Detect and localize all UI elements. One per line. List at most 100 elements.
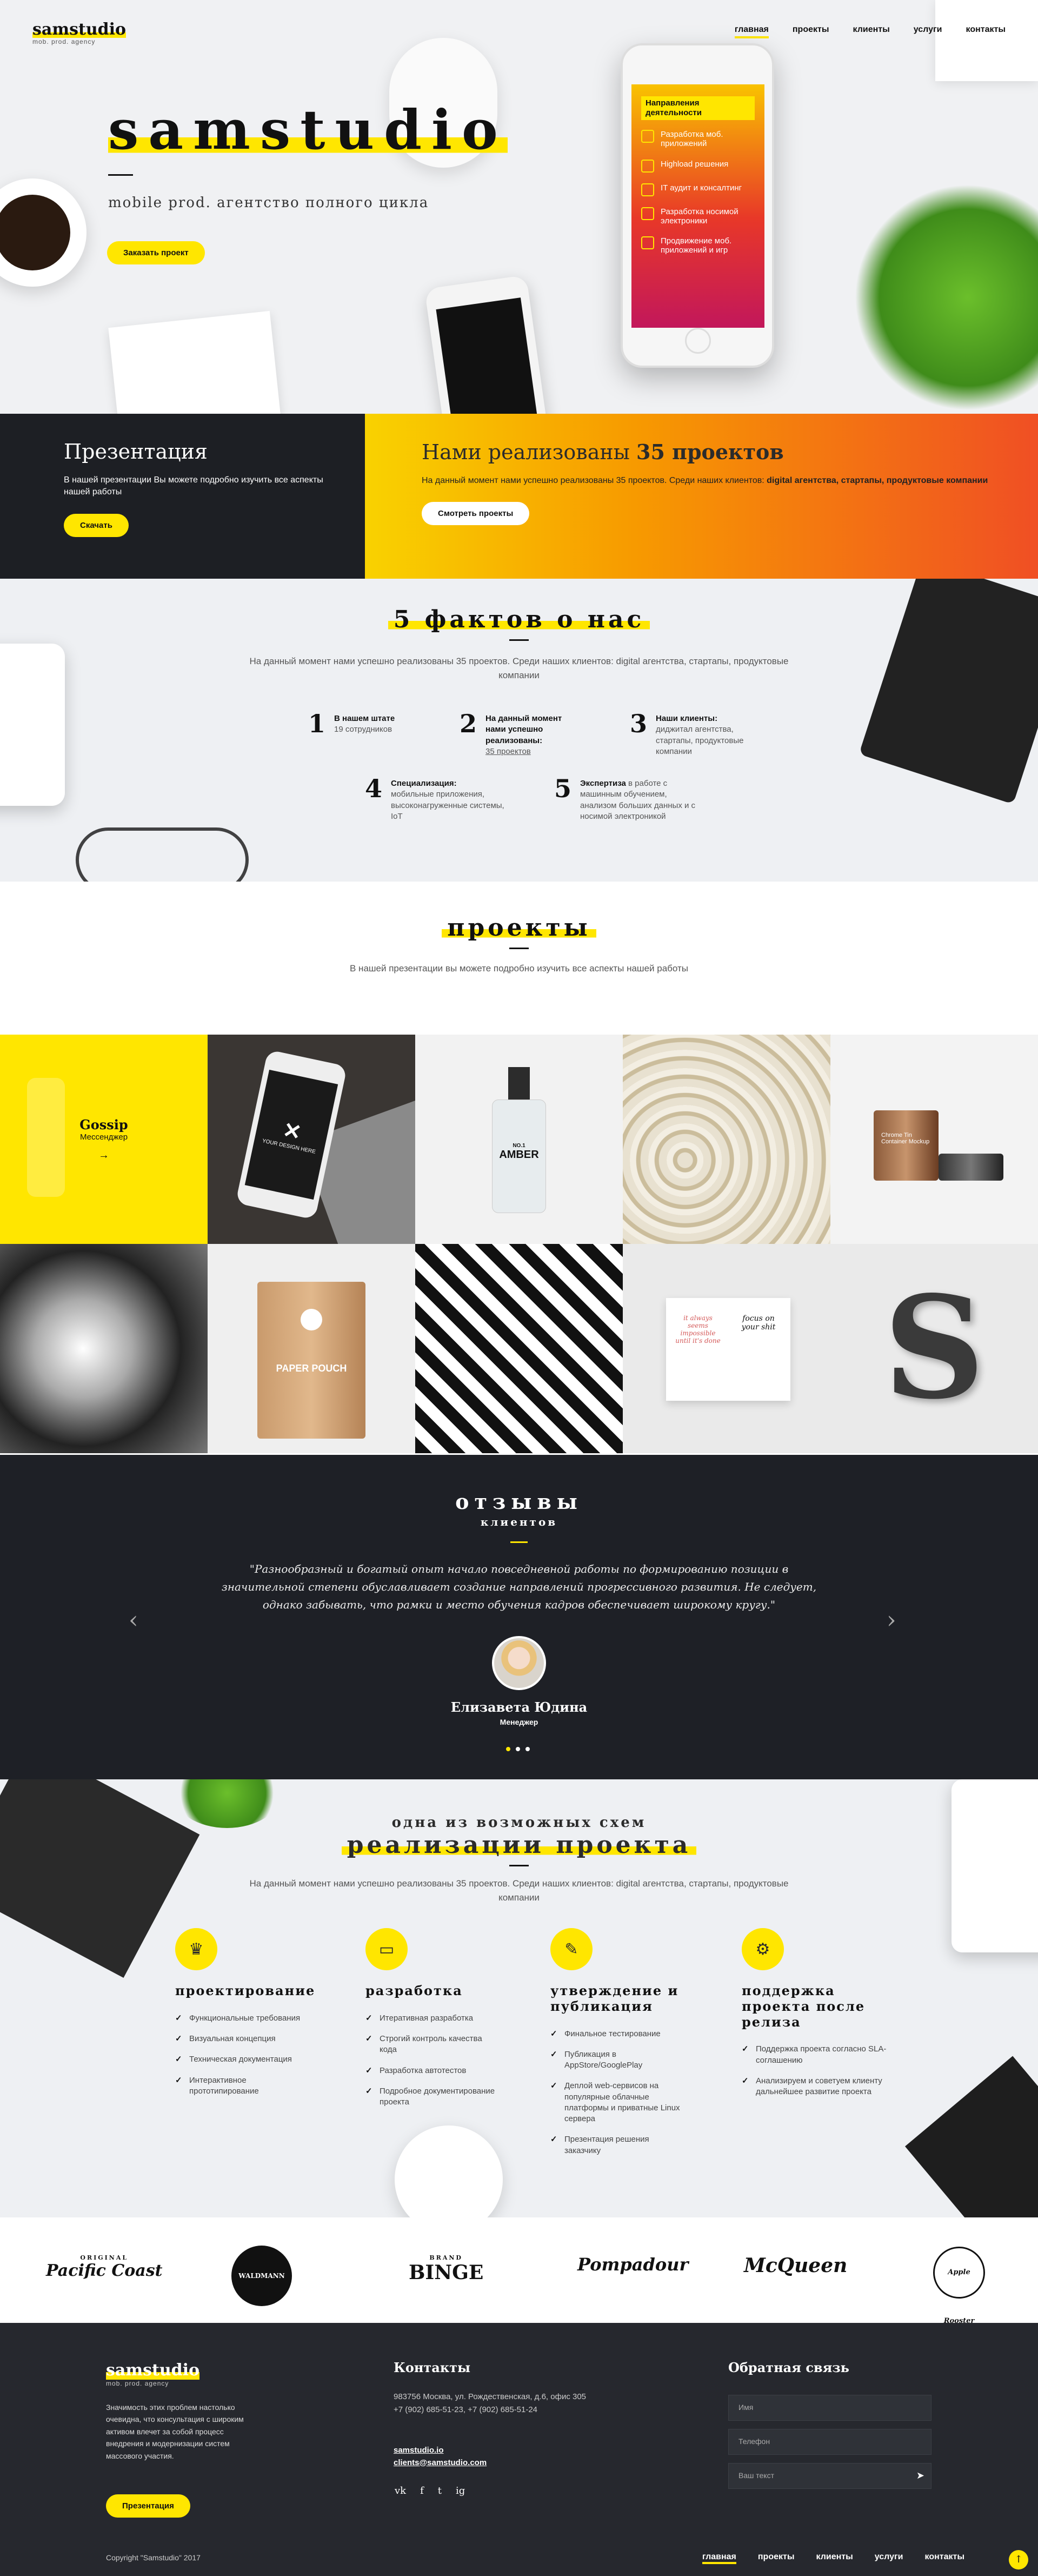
project-tile-amber[interactable]: NO.1 AMBER — [415, 1035, 623, 1244]
projects-grid: Gossip Мессенджер → ✕ YOUR DESIGN HERE NO… — [0, 1035, 1038, 1453]
direction-item: Продвижение моб. приложений и игр — [641, 236, 755, 255]
promo-icon — [641, 236, 654, 249]
project-tile-notebook[interactable]: it always seems impossible until it's do… — [623, 1244, 830, 1453]
presentation-section: Презентация В нашей презентации Вы может… — [0, 414, 1038, 579]
email-link[interactable]: clients@samstudio.com — [394, 2457, 487, 2469]
logo-subtitle: mob. prod. agency — [32, 38, 96, 45]
presentation-button[interactable]: Презентация — [106, 2494, 190, 2518]
footer-logo[interactable]: samstudio mob. prod. agency — [106, 2361, 200, 2387]
phone-mockup: Направления деятельности Разработка моб.… — [621, 43, 774, 368]
download-button[interactable]: Скачать — [64, 513, 129, 537]
vk-icon[interactable]: vk — [395, 2485, 406, 2496]
column-title: разработка — [365, 1983, 463, 1998]
project-tile-marble[interactable] — [623, 1035, 830, 1244]
send-icon[interactable]: ➤ — [916, 2470, 924, 2481]
project-tile-balloon[interactable]: S — [830, 1244, 1038, 1453]
social-links: vk f t ig — [395, 2485, 465, 2496]
prev-arrow-icon[interactable]: ‹ — [129, 1606, 138, 1634]
server-icon — [641, 159, 654, 173]
phone-field[interactable]: Телефон — [728, 2429, 931, 2455]
next-arrow-icon[interactable]: › — [887, 1606, 896, 1634]
order-project-button[interactable]: Заказать проект — [107, 241, 205, 264]
fact-number: 3 — [630, 709, 648, 738]
client-logo-pompadour[interactable]: Pompadour — [577, 2254, 688, 2275]
tin-image: Chrome Tin Container Mockup — [874, 1110, 939, 1181]
paper-pouch-image: PAPER POUCH — [257, 1282, 365, 1439]
document-icon: ✎ — [550, 1928, 593, 1970]
footer-nav-home[interactable]: главная — [702, 2552, 736, 2564]
column-title: поддержка проекта после релиза — [742, 1983, 866, 2030]
direction-item: IT аудит и консалтинг — [641, 183, 755, 196]
nav-projects[interactable]: проекты — [793, 25, 829, 38]
project-tile-gossip[interactable]: Gossip Мессенджер → — [0, 1035, 208, 1244]
list-item: Визуальная концепция — [175, 2034, 310, 2045]
address: 983756 Москва, ул. Рождественская, д.6, … — [394, 2392, 587, 2401]
dark-corner — [904, 2056, 1038, 2217]
column-list: Итеративная разработка Строгий контроль … — [365, 2013, 501, 2108]
nav-contacts[interactable]: контакты — [966, 25, 1006, 38]
column-list: Функциональные требования Визуальная кон… — [175, 2013, 310, 2097]
direction-item: Highload решения — [641, 159, 755, 173]
project-tile-tins[interactable]: Chrome Tin Container Mockup — [830, 1035, 1038, 1244]
project-tile-pattern[interactable] — [415, 1244, 623, 1453]
phone-screen: Направления деятельности Разработка моб.… — [631, 84, 764, 328]
contact-info: 983756 Москва, ул. Рождественская, д.6, … — [394, 2390, 586, 2416]
glasses-image — [76, 827, 249, 882]
client-logo-binge[interactable]: BRAND BINGE — [409, 2254, 483, 2284]
fact-number: 4 — [365, 774, 383, 803]
project-tile-pouch[interactable]: PAPER POUCH — [208, 1244, 415, 1453]
nav-services[interactable]: услуги — [914, 25, 942, 38]
carousel-dot[interactable] — [525, 1747, 530, 1751]
reviews-title: отзывы — [455, 1489, 583, 1514]
client-logo-waldmann[interactable]: WALDMANN — [231, 2246, 292, 2306]
column-list: Поддержка проекта согласно SLA-соглашени… — [742, 2044, 904, 2097]
phone-home-button — [685, 328, 711, 354]
carousel-dots — [506, 1747, 530, 1751]
instagram-icon[interactable]: ig — [456, 2485, 465, 2496]
nav-home[interactable]: главная — [734, 25, 769, 38]
direction-label: Продвижение моб. приложений и игр — [661, 236, 732, 255]
balloon-letter: S — [883, 1266, 985, 1431]
phone-image — [424, 275, 549, 414]
support-icon: ⚙ — [742, 1928, 784, 1970]
tablet-image — [0, 644, 65, 806]
main-nav: главная проекты клиенты услуги контакты — [734, 25, 1006, 38]
client-logo-pacific-coast[interactable]: ORIGINAL Pacific Coast — [46, 2254, 162, 2280]
carousel-dot[interactable] — [506, 1747, 510, 1751]
phone-heading: Направления деятельности — [641, 96, 755, 120]
facts-section: 5 фактов о нас На данный момент нами усп… — [0, 579, 1038, 882]
carousel-dot[interactable] — [516, 1747, 520, 1751]
project-tile-iphone[interactable]: ✕ YOUR DESIGN HERE — [208, 1035, 415, 1244]
facebook-icon[interactable]: f — [420, 2485, 424, 2496]
direction-item: Разработка носимой электроники — [641, 207, 755, 226]
copyright: Copyright "Samstudio" 2017 — [106, 2553, 201, 2562]
name-field[interactable]: Имя — [728, 2395, 931, 2421]
message-field[interactable]: Ваш текст ➤ — [728, 2463, 931, 2489]
fact-item: 2 На данный момент нами успешно реализов… — [460, 711, 583, 757]
footer-nav-services[interactable]: услуги — [875, 2552, 903, 2564]
footer-nav-projects[interactable]: проекты — [758, 2552, 795, 2564]
coffee-cup-image — [0, 178, 86, 287]
twitter-icon[interactable]: t — [438, 2485, 442, 2496]
direction-label: Разработка моб. приложений — [661, 130, 723, 149]
scroll-top-icon[interactable]: ↑ — [1009, 2550, 1028, 2570]
fact-text: Наши клиенты: диджитал агентства, стартап… — [656, 714, 744, 756]
footer-nav-contacts[interactable]: контакты — [925, 2552, 964, 2564]
list-item: Поддержка проекта согласно SLA-соглашени… — [742, 2044, 904, 2066]
list-item: Интерактивное прототипирование — [175, 2075, 310, 2097]
direction-item: Разработка моб. приложений — [641, 130, 755, 149]
view-projects-button[interactable]: Смотреть проекты — [422, 502, 530, 526]
laptop-image — [0, 1779, 200, 1978]
footer-nav-clients[interactable]: клиенты — [816, 2552, 853, 2564]
fact-item: 5 Экспертиза в работе с машинным обучени… — [554, 776, 704, 822]
presentation-title: Презентация — [64, 440, 208, 463]
project-tile-ink[interactable] — [0, 1244, 208, 1453]
project-caption: Gossip Мессенджер → — [0, 1117, 208, 1162]
site-link[interactable]: samstudio.io — [394, 2445, 487, 2457]
realized-panel: Нами реализованы 35 проектов На данный м… — [365, 414, 1038, 579]
clients-section: ORIGINAL Pacific Coast WALDMANN BRAND BING… — [0, 2217, 1038, 2323]
column-title: проектирование — [175, 1983, 316, 1998]
client-logo-mcqueen[interactable]: McQueen — [744, 2254, 847, 2277]
client-logo-apple-rooster[interactable]: Apple Rooster — [933, 2247, 985, 2323]
nav-clients[interactable]: клиенты — [853, 25, 890, 38]
